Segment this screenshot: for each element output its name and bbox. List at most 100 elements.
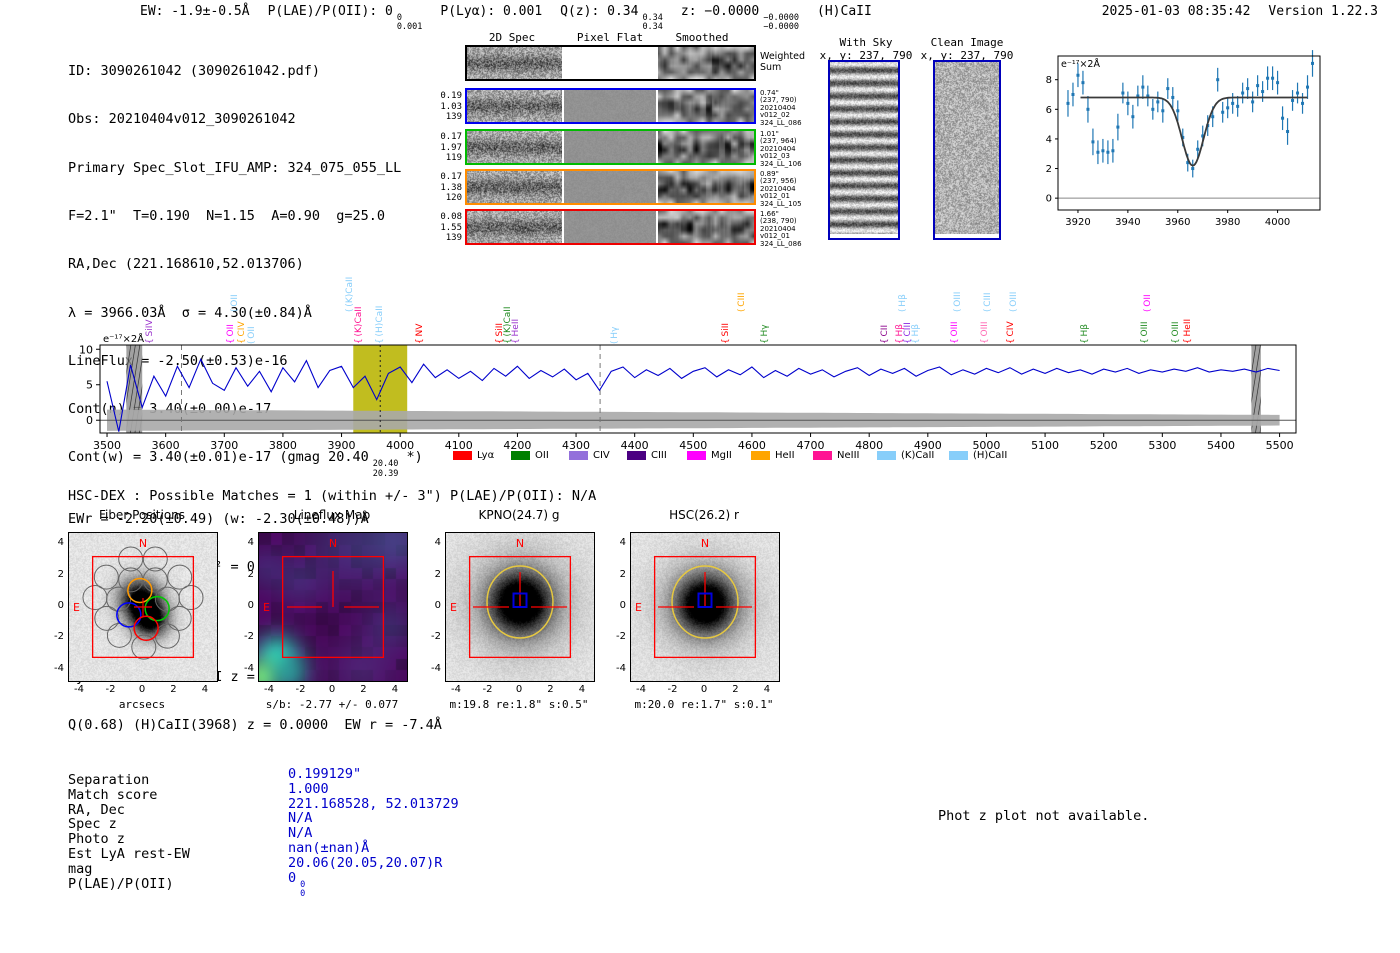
weight-value: 1.03 (440, 101, 462, 112)
hsc-dex-match-line: HSC-DEX : Possible Matches = 1 (within +… (68, 488, 597, 504)
pixel-flat-image-row4 (564, 211, 656, 243)
cutout-ytick: 0 (247, 600, 254, 611)
cutout-xlabel: s/b: -2.77 +/- 0.077 (265, 698, 399, 711)
spec2d-image-row2 (467, 131, 562, 163)
cutout-xtick: 2 (547, 684, 554, 695)
cutout-xtick: 4 (763, 684, 771, 695)
cutout-xtick: 4 (578, 684, 586, 695)
cutout-image-frame: NE (445, 532, 595, 682)
cutout-ytick: 0 (57, 600, 64, 611)
svg-text:N: N (329, 537, 337, 550)
with-sky-panel (828, 60, 900, 240)
match-label-p-lae-p-oii-: P(LAE)/P(OII) (68, 875, 174, 892)
plae-poii-range: 0 0.001 (396, 13, 423, 33)
cutout-ytick: -2 (54, 631, 64, 643)
row-weight-labels-1: 0.19 1.03 139 (430, 91, 462, 123)
spec2d-image-row1 (467, 90, 562, 122)
weight-value: 0.17 (440, 172, 462, 182)
cutout-ytick: 4 (619, 537, 626, 549)
cutout-xtick: 2 (170, 684, 177, 695)
cutout-ytick: -2 (616, 631, 626, 643)
svg-text:e⁻¹⁷×2Å: e⁻¹⁷×2Å (1061, 58, 1100, 70)
legend-item-ciii: CIII (627, 444, 667, 461)
match-label-ra-dec: RA, Dec (68, 801, 125, 818)
smoothed-image-row4 (658, 211, 754, 243)
spec2d-image-row3 (467, 171, 562, 203)
svg-text:3980: 3980 (1215, 217, 1240, 228)
timestamp: 2025-01-03 08:35:42 (1101, 4, 1251, 19)
plae-poii-summary: P(LAE)/P(OII): 0 (267, 4, 393, 19)
legend-swatch (813, 451, 832, 460)
legend-item-civ: CIV (569, 444, 610, 461)
cutout-xlabel: m:19.8 re:1.8" s:0.5" (449, 698, 589, 711)
match-value-4: N/A (288, 825, 313, 842)
spec2d-row-4: 0.08 1.55 139 1.66" (238, 790) 20210404 v012_0… (440, 209, 802, 248)
weight-value: 120 (445, 193, 462, 203)
cutout-title: KPNO(24.7) g (478, 508, 560, 522)
svg-text:E: E (263, 601, 270, 614)
spec2d-row-2: 0.17 1.97 119 1.01" (237, 964) 20210404 v012_0… (440, 129, 802, 168)
svg-text:4: 4 (1046, 134, 1052, 145)
legend-swatch (751, 451, 770, 460)
cutout-panel-fibers: Fiber Positions N E 4 2 0 -2 -4 -4 -2 0 2 4 arcsecs (54, 505, 218, 720)
cutout-xtick: -4 (264, 684, 275, 695)
weight-value: 139 (445, 112, 462, 122)
legend-label: (H)CaII (973, 450, 1008, 461)
match-label-spec-z: Spec z (68, 816, 117, 833)
cutout-xtick: -2 (295, 684, 306, 695)
cutout-ytick: -2 (431, 631, 441, 643)
legend-label: OII (535, 450, 549, 461)
pixel-flat-image-row0 (564, 47, 656, 79)
legend-item-mgii: MgII (687, 444, 732, 461)
match-label-est-lya-rest-ew: Est LyA rest-EW (68, 846, 190, 862)
spec2d-image-row0 (467, 47, 562, 79)
cutout-panel-map: Lineflux Map N E 4 2 0 -2 -4 -4 -2 0 2 4 s/b: -2.77 +… (244, 505, 408, 720)
cutout-image-frame: NE (630, 532, 780, 682)
svg-text:e⁻¹⁷×2Å: e⁻¹⁷×2Å (103, 332, 144, 345)
cutout-xtick: 0 (138, 684, 146, 695)
spec2d-row-1: 0.19 1.03 139 0.74" (237, 790) 20210404 v012_0… (440, 88, 802, 127)
legend-label: Lyα (477, 450, 495, 461)
cutout-ytick: 0 (434, 600, 441, 611)
weight-value: 0.17 (440, 132, 462, 142)
spec2d-image-row4 (467, 211, 562, 243)
cutout-ytick: 2 (434, 568, 441, 580)
info-line-seeing: F=2.1" T=0.190 N=1.15 A=0.90 g=25.0 (68, 208, 385, 225)
legend-swatch (453, 451, 472, 460)
smoothed-image-row3 (658, 171, 754, 203)
cutout-overlay: NE (263, 537, 385, 659)
match-value-6: 20.06(20.05,20.07)R (288, 854, 443, 871)
cutout-ytick: -2 (244, 631, 254, 643)
weight-value: 0.08 (440, 212, 462, 222)
match-value-3: N/A (288, 810, 313, 827)
spec2d-col-header: 2D Spec (488, 31, 536, 44)
legend-label: HeII (775, 450, 795, 461)
svg-text:3920: 3920 (1065, 217, 1090, 228)
legend-item-kcaii: (K)CaII (877, 444, 934, 461)
pixel-flat-image-row3 (564, 171, 656, 203)
svg-text:8: 8 (1046, 75, 1052, 86)
cutout-image-frame: NE (68, 532, 218, 682)
pixel-flat-image-row2 (564, 131, 656, 163)
smoothed-image-row2 (658, 131, 754, 163)
match-label-match-score: Match score (68, 786, 158, 803)
clean-image-title: Clean Image x, y: 237, 790 (920, 36, 1014, 62)
svg-text:N: N (516, 537, 524, 550)
svg-text:10: 10 (79, 343, 93, 356)
cutout-xtick: 4 (201, 684, 209, 695)
legend-label: MgII (711, 450, 732, 461)
line-fit-zoom-plot: 0 2 4 6 8 3920 3940 3960 3980 4000 e⁻¹⁷×2Å (1046, 50, 1321, 228)
cutout-xtick: -4 (636, 684, 647, 695)
match-value-5: nan(±nan)Å (288, 840, 370, 856)
cutout-ytick: -4 (431, 662, 441, 674)
full-spectrum-plot: 3500 3600 3700 3800 3900 4000 4100 4200 4300 4400… (79, 332, 1297, 452)
cutout-xtick: 2 (732, 684, 739, 695)
info-line-id: ID: 3090261042 (3090261042.pdf) (68, 63, 320, 80)
cutout-xtick: 0 (328, 684, 336, 695)
cutout-xtick: -2 (482, 684, 493, 695)
cutout-xtick: -4 (451, 684, 462, 695)
legend-item-neiii: NeIII (813, 444, 859, 461)
cutout-ytick: -4 (244, 662, 254, 674)
legend-item-oii: OII (511, 444, 549, 461)
cutout-xtick: 0 (515, 684, 523, 695)
